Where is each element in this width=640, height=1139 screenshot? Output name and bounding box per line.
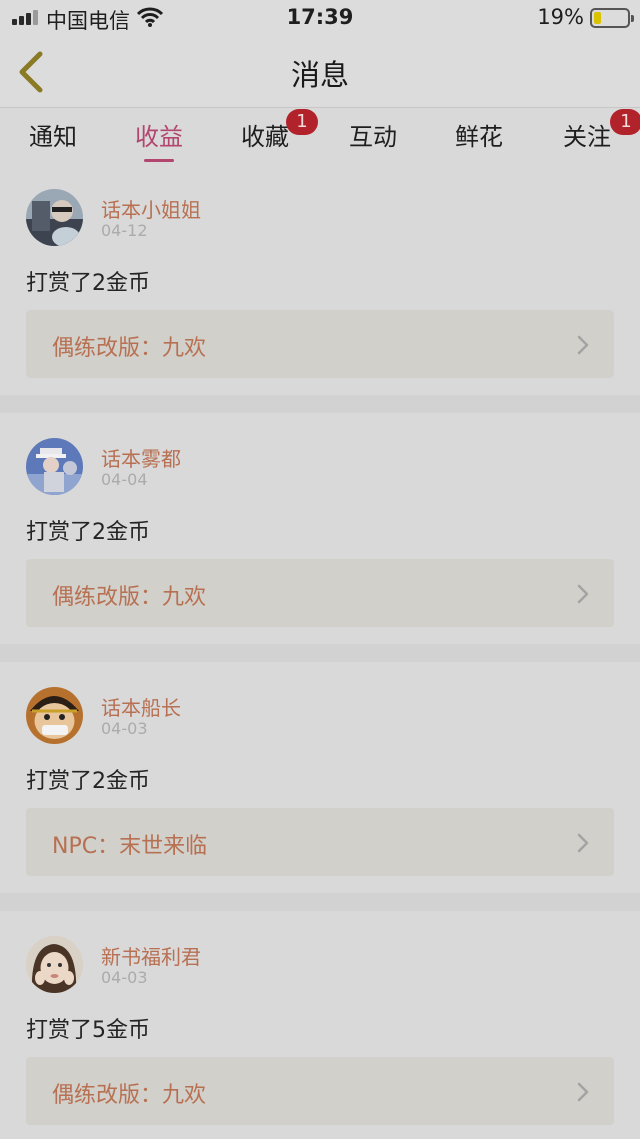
tab-flowers[interactable]: 鲜花 <box>426 117 532 163</box>
tab-label: 收益 <box>135 123 183 151</box>
chevron-right-icon <box>577 833 589 853</box>
tab-interactions[interactable]: 互动 <box>320 117 426 163</box>
avatar[interactable] <box>26 936 83 993</box>
message-text: 打赏了2金币 <box>26 271 150 296</box>
tab-label: 关注 <box>563 123 611 151</box>
tab-label: 通知 <box>29 123 77 151</box>
sender-name[interactable]: 新书福利君 <box>101 941 201 970</box>
chevron-right-icon <box>577 1082 589 1102</box>
divider <box>0 893 640 911</box>
message-text: 打赏了2金币 <box>26 769 150 794</box>
message-card: 新书福利君 04-03 打赏了5金币 偶练改版：九欢 <box>0 917 640 1139</box>
battery-icon <box>590 8 634 28</box>
tab-label: 互动 <box>349 123 397 151</box>
battery-percent: 19% <box>537 5 584 29</box>
message-date: 04-03 <box>101 719 148 738</box>
message-card: 话本雾都 04-04 打赏了2金币 偶练改版：九欢 <box>0 419 640 644</box>
work-title: NPC：末世来临 <box>52 834 208 859</box>
avatar[interactable] <box>26 687 83 744</box>
status-bar: 中国电信 17:39 19% <box>0 0 640 36</box>
tab-earnings[interactable]: 收益 <box>106 117 212 163</box>
message-text: 打赏了5金币 <box>26 1018 150 1043</box>
work-title: 偶练改版：九欢 <box>52 1083 207 1108</box>
work-title: 偶练改版：九欢 <box>52 585 207 610</box>
sender-name[interactable]: 话本雾都 <box>101 443 181 472</box>
unread-badge: 1 <box>610 109 640 135</box>
message-text: 打赏了2金币 <box>26 520 150 545</box>
tab-label: 鲜花 <box>455 123 503 151</box>
tab-label: 收藏 <box>241 123 289 151</box>
work-link[interactable]: NPC：末世来临 <box>26 808 614 876</box>
work-link[interactable]: 偶练改版：九欢 <box>26 310 614 378</box>
tab-following[interactable]: 关注 1 <box>534 109 640 163</box>
avatar[interactable] <box>26 189 83 246</box>
chevron-right-icon <box>577 584 589 604</box>
nav-bar: 消息 <box>0 36 640 108</box>
chevron-right-icon <box>577 335 589 355</box>
message-date: 04-12 <box>101 221 148 240</box>
message-date: 04-03 <box>101 968 148 987</box>
message-card: 话本小姐姐 04-12 打赏了2金币 偶练改版：九欢 <box>0 170 640 395</box>
tab-bar: 通知 收益 收藏 1 互动 鲜花 关注 1 <box>0 109 640 169</box>
message-date: 04-04 <box>101 470 148 489</box>
work-link[interactable]: 偶练改版：九欢 <box>26 559 614 627</box>
work-link[interactable]: 偶练改版：九欢 <box>26 1057 614 1125</box>
avatar[interactable] <box>26 438 83 495</box>
active-tab-indicator <box>144 159 174 162</box>
sender-name[interactable]: 话本船长 <box>101 692 181 721</box>
page-title: 消息 <box>290 58 349 92</box>
sender-name[interactable]: 话本小姐姐 <box>101 194 201 223</box>
tab-notifications[interactable]: 通知 <box>0 117 106 163</box>
tab-favorites[interactable]: 收藏 1 <box>212 109 318 163</box>
divider <box>0 395 640 413</box>
divider <box>0 644 640 662</box>
work-title: 偶练改版：九欢 <box>52 336 207 361</box>
message-card: 话本船长 04-03 打赏了2金币 NPC：末世来临 <box>0 668 640 893</box>
unread-badge: 1 <box>286 109 318 135</box>
